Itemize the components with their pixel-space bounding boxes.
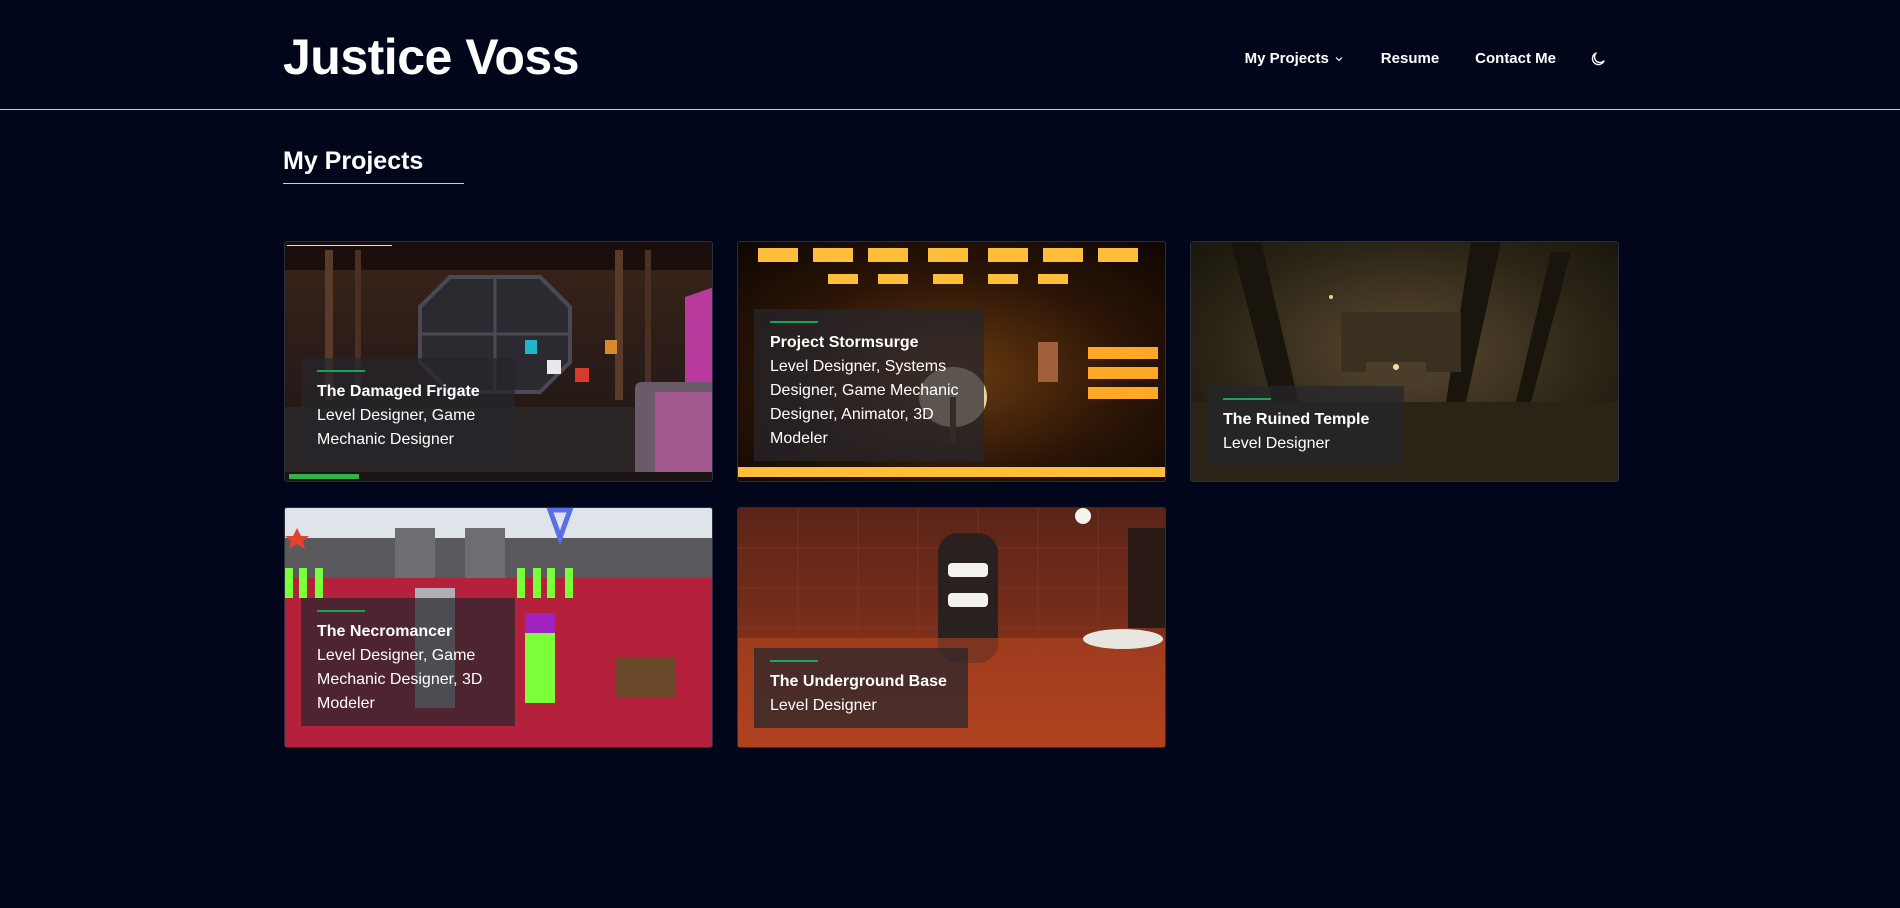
- project-title: The Damaged Frigate: [317, 383, 480, 400]
- chevron-down-icon: [1335, 57, 1343, 62]
- site-header: Justice Voss My Projects Resume Contact …: [0, 0, 1900, 110]
- project-roles: Level Designer: [770, 697, 877, 714]
- nav-my-projects[interactable]: My Projects: [1245, 44, 1343, 74]
- section-title: My Projects: [283, 147, 424, 175]
- project-caption: Project Stormsurge Level Designer, Syste…: [754, 309, 984, 461]
- moon-icon: [1591, 52, 1605, 66]
- project-roles: Level Designer, Systems Designer, Game M…: [770, 358, 959, 447]
- project-caption: The Underground Base Level Designer: [754, 648, 968, 728]
- accent-bar: [317, 370, 365, 372]
- project-card-damaged-frigate[interactable]: The Damaged Frigate Level Designer, Game…: [284, 241, 713, 482]
- section-underline: [283, 183, 464, 184]
- nav-contact-me[interactable]: Contact Me: [1475, 44, 1556, 74]
- project-title: The Necromancer: [317, 623, 453, 640]
- accent-bar: [770, 660, 818, 662]
- project-roles: Level Designer, Game Mechanic Designer: [317, 407, 476, 448]
- theme-toggle-button[interactable]: [1586, 47, 1610, 71]
- project-roles: Level Designer: [1223, 435, 1330, 452]
- accent-bar: [317, 610, 365, 612]
- project-title: The Ruined Temple: [1223, 411, 1370, 428]
- project-card-stormsurge[interactable]: Project Stormsurge Level Designer, Syste…: [737, 241, 1166, 482]
- project-caption: The Ruined Temple Level Designer: [1207, 386, 1404, 466]
- project-caption: The Damaged Frigate Level Designer, Game…: [301, 358, 515, 462]
- project-card-necromancer[interactable]: The Necromancer Level Designer, Game Mec…: [284, 507, 713, 748]
- project-card-ruined-temple[interactable]: The Ruined Temple Level Designer: [1190, 241, 1619, 482]
- accent-bar: [770, 321, 818, 323]
- project-title: The Underground Base: [770, 673, 947, 690]
- site-title[interactable]: Justice Voss: [283, 26, 580, 88]
- project-title: Project Stormsurge: [770, 334, 919, 351]
- project-card-underground-base[interactable]: The Underground Base Level Designer: [737, 507, 1166, 748]
- project-roles: Level Designer, Game Mechanic Designer, …: [317, 647, 483, 712]
- project-caption: The Necromancer Level Designer, Game Mec…: [301, 598, 515, 726]
- nav-my-projects-label: My Projects: [1244, 50, 1329, 67]
- nav-resume[interactable]: Resume: [1381, 44, 1439, 74]
- main-nav: My Projects Resume Contact Me: [1245, 44, 1610, 74]
- accent-bar: [1223, 398, 1271, 400]
